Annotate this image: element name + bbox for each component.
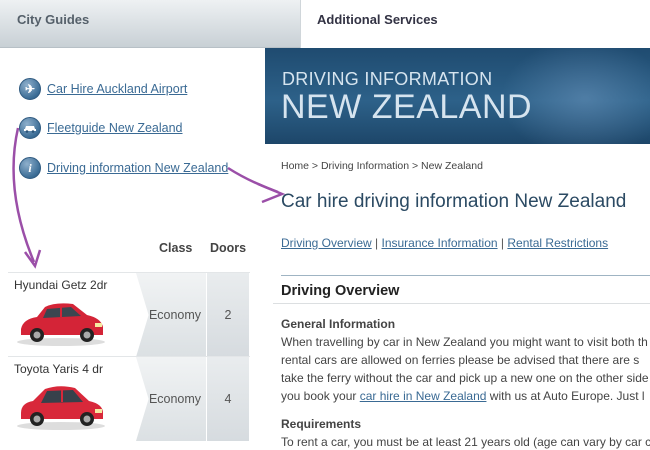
info-icon: i [19, 157, 41, 179]
separator: | [375, 236, 379, 250]
text: with us at Auto Europe. Just l [486, 389, 645, 403]
tab-additional-services[interactable]: Additional Services [300, 0, 443, 48]
breadcrumb: Home > Driving Information > New Zealand [281, 160, 483, 172]
table-row[interactable]: Toyota Yaris 4 dr Economy 4 [8, 356, 250, 441]
link-driving-overview[interactable]: Driving Overview [281, 236, 372, 250]
paragraph-line: rental cars are allowed on ferries pleas… [281, 353, 640, 367]
column-header-doors: Doors [210, 241, 247, 255]
link-fleetguide[interactable]: Fleetguide New Zealand [19, 116, 183, 140]
paragraph-line: When travelling by car in New Zealand yo… [281, 335, 648, 349]
banner-subtitle: DRIVING INFORMATION [282, 69, 493, 89]
car-name: Hyundai Getz 2dr [14, 278, 108, 292]
link-label[interactable]: Car Hire Auckland Airport [47, 82, 187, 96]
paragraph-line: you book your car hire in New Zealand wi… [281, 387, 645, 405]
link-car-hire-new-zealand[interactable]: car hire in New Zealand [360, 389, 487, 403]
doors-cell: 2 [207, 273, 249, 357]
paragraph-line: take the ferry without the car and pick … [281, 371, 649, 385]
arrow-right-head [257, 182, 286, 204]
paragraph-line: To rent a car, you must be at least 21 y… [281, 435, 650, 449]
requirements-heading: Requirements [281, 417, 362, 431]
link-label[interactable]: Fleetguide New Zealand [47, 121, 183, 135]
tab-label: City Guides [17, 12, 90, 27]
arrow-left [12, 127, 36, 263]
arrow-left-head [23, 249, 42, 269]
link-label[interactable]: Driving information New Zealand [47, 161, 228, 175]
table-row[interactable]: Hyundai Getz 2dr Economy 2 [8, 272, 250, 357]
link-driving-information[interactable]: i Driving information New Zealand [19, 156, 228, 180]
tab-city-guides[interactable]: City Guides [0, 0, 300, 48]
plane-icon: ✈ [19, 78, 41, 100]
link-insurance-information[interactable]: Insurance Information [382, 236, 498, 250]
car-image [17, 386, 105, 430]
link-car-hire-auckland[interactable]: ✈ Car Hire Auckland Airport [19, 77, 187, 101]
separator: | [500, 236, 505, 250]
section-heading: Driving Overview [281, 283, 400, 299]
general-information-heading: General Information [281, 317, 396, 331]
tab-label: Additional Services [317, 12, 438, 27]
class-cell: Economy [136, 357, 206, 441]
class-cell: Economy [136, 273, 206, 357]
page-title: Car hire driving information New Zealand [281, 191, 627, 212]
arrow-right [227, 166, 279, 194]
section-links: Driving Overview | Insurance Information… [281, 236, 608, 250]
car-image [17, 303, 105, 346]
car-icon [19, 117, 41, 139]
text: you book your [281, 389, 360, 403]
banner: DRIVING INFORMATION NEW ZEALAND [265, 48, 650, 144]
banner-title: NEW ZEALAND [281, 88, 533, 126]
car-name: Toyota Yaris 4 dr [14, 362, 103, 376]
doors-cell: 4 [207, 357, 249, 441]
link-rental-restrictions[interactable]: Rental Restrictions [507, 236, 608, 250]
column-header-class: Class [159, 241, 193, 255]
